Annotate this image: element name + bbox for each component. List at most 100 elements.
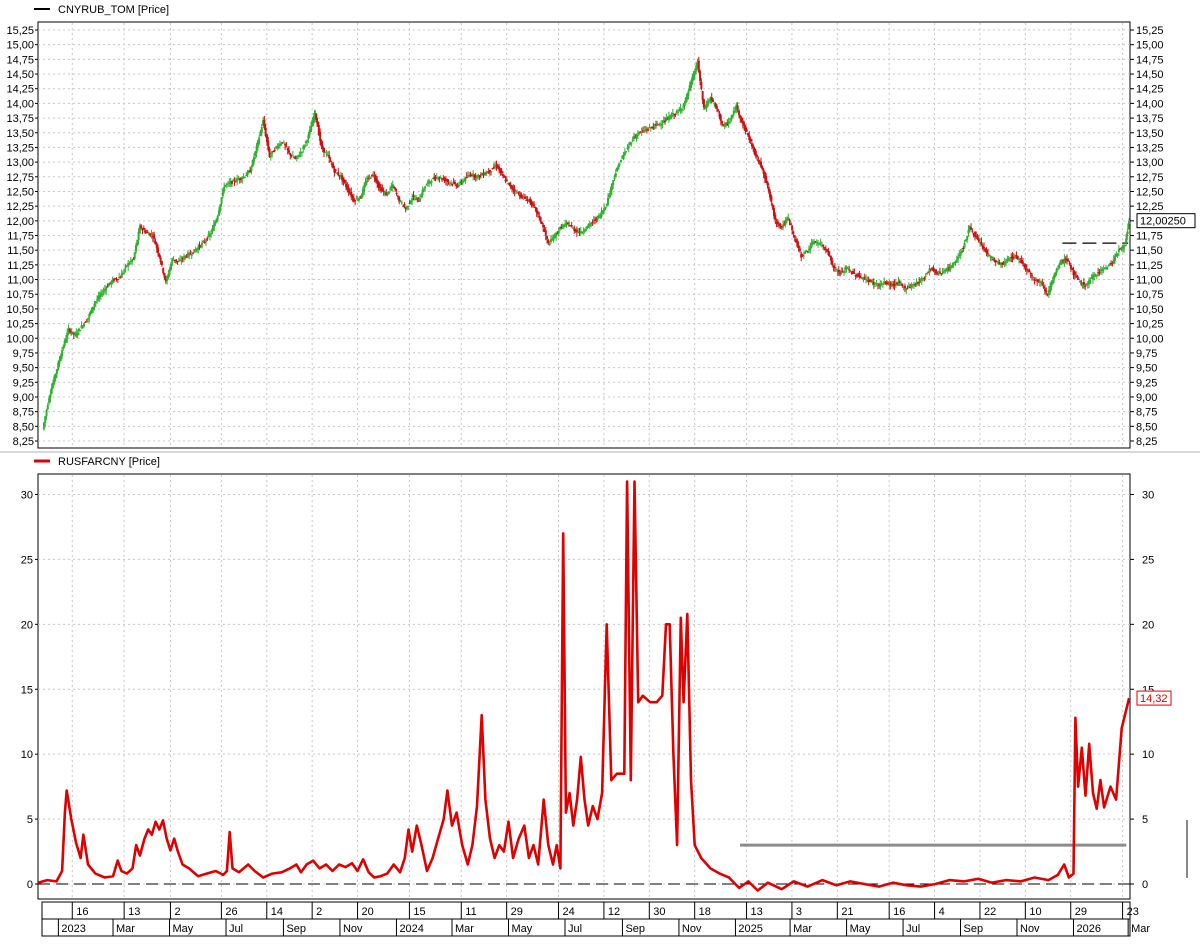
candle-body: [189, 253, 192, 255]
top-left-tick-label: 8,50: [13, 421, 34, 433]
top-last-value-label: 12,00250: [1140, 216, 1186, 228]
candle-body: [54, 374, 57, 379]
candle-body: [721, 121, 724, 124]
candle-body: [583, 230, 586, 232]
candle-body: [971, 230, 974, 232]
candle-body: [107, 284, 110, 287]
time-axis[interactable]: 16 13 2 26 14 2 20 15 11 29 24 12 30 18 13 3 21 16 4 22 10 29…: [41, 901, 1150, 937]
candle-body: [806, 251, 809, 253]
candle-body: [767, 186, 770, 192]
time-day-label: 3: [796, 906, 802, 918]
bottom-left-axis: 30 25 20 15 10 5 0: [21, 489, 38, 891]
candle-body: [736, 105, 739, 110]
top-pane-cnyrub[interactable]: 15,25 15,00 14,75 14,50 14,25 14,00 13,75 13,50…: [6, 4, 1196, 449]
time-day-label: 23: [1127, 906, 1139, 918]
time-day-label: 16: [76, 906, 88, 918]
top-left-tick-label: 10,75: [6, 289, 34, 301]
candle-body: [613, 177, 616, 180]
candle-body: [146, 232, 149, 234]
candle-body: [670, 115, 673, 118]
candle-body: [627, 146, 630, 148]
top-right-tick-label: 14,00: [1136, 98, 1164, 110]
candle-body: [503, 175, 506, 178]
top-right-tick-label: 11,50: [1136, 245, 1163, 257]
candle-body: [430, 181, 433, 183]
candle-body: [970, 227, 973, 230]
top-right-tick-label: 13,25: [1136, 142, 1164, 154]
top-right-tick-label: 9,75: [1136, 348, 1157, 360]
candle-body: [524, 196, 527, 199]
candle-body: [285, 146, 288, 148]
candle-body: [105, 287, 108, 291]
candle-body: [94, 301, 97, 303]
candle-body: [206, 238, 209, 240]
chart-canvas[interactable]: 15,25 15,00 14,75 14,50 14,25 14,00 13,75 13,50…: [0, 0, 1200, 943]
time-month-label: Mar: [455, 923, 474, 935]
candle-body: [1008, 259, 1011, 261]
top-left-tick-label: 14,50: [6, 69, 34, 81]
candle-body: [831, 260, 834, 265]
candle-body: [190, 254, 193, 256]
candle-body: [372, 173, 375, 175]
candle-body: [167, 273, 170, 278]
candle-body: [267, 140, 270, 150]
time-month-label: Sep: [625, 923, 645, 935]
candle-body: [955, 259, 958, 262]
candle-body: [909, 287, 912, 289]
candle-body: [116, 278, 119, 280]
candle-body: [483, 174, 486, 176]
time-month-label: May: [173, 923, 194, 935]
candle-body: [273, 149, 276, 151]
time-day-label: 21: [841, 906, 853, 918]
bottom-right-tick-label: 0: [1142, 879, 1148, 891]
candle-body: [416, 197, 419, 199]
candle-body: [288, 150, 291, 153]
candle-body: [989, 256, 992, 258]
candle-body: [102, 291, 105, 293]
candle-body: [307, 134, 310, 139]
candle-body: [263, 119, 266, 129]
candle-body: [784, 220, 787, 225]
time-month-label: Mar: [1131, 923, 1150, 935]
candle-body: [1117, 249, 1120, 252]
candle-body: [697, 60, 700, 72]
time-day-label: 26: [225, 906, 237, 918]
bottom-pane-rusfarcny[interactable]: 30 25 20 15 10 5 0 30 25 20 15 10 5 0 RUSFARCNY [Pri…: [21, 456, 1172, 900]
candle-body: [42, 422, 45, 430]
time-month-label: Jul: [906, 923, 920, 935]
candle-body: [862, 278, 865, 280]
candle-body: [439, 177, 442, 179]
top-right-tick-label: 15,00: [1136, 40, 1164, 52]
candle-body: [1042, 286, 1045, 288]
candle-body: [160, 261, 163, 266]
candle-body: [1127, 223, 1130, 229]
top-left-tick-label: 12,25: [6, 201, 34, 213]
candle-body: [411, 198, 414, 201]
candle-body: [776, 221, 779, 225]
bottom-right-tick-label: 10: [1142, 749, 1154, 761]
time-day-label: 2: [316, 906, 322, 918]
top-right-tick-label: 13,75: [1136, 113, 1164, 125]
time-day-label: 24: [563, 906, 575, 918]
candle-body: [865, 278, 868, 281]
candle-body: [478, 175, 481, 177]
top-right-tick-label: 11,00: [1136, 275, 1163, 287]
top-left-tick-label: 15,00: [6, 40, 34, 52]
candle-body: [354, 200, 357, 202]
candle-body: [719, 115, 722, 121]
top-right-tick-label: 14,75: [1136, 54, 1164, 66]
top-left-tick-label: 13,25: [6, 142, 34, 154]
time-day-label: 13: [128, 906, 140, 918]
candle-body: [791, 225, 794, 231]
candle-body: [960, 250, 963, 253]
candle-body: [752, 145, 755, 149]
candle-body: [395, 192, 398, 195]
candle-body: [369, 177, 372, 179]
candle-body: [682, 106, 685, 108]
candle-body: [62, 346, 65, 349]
candle-body: [337, 172, 340, 176]
top-left-tick-label: 11,00: [7, 275, 34, 287]
candle-body: [584, 228, 587, 231]
candle-body: [657, 124, 660, 126]
candle-body: [84, 321, 87, 323]
